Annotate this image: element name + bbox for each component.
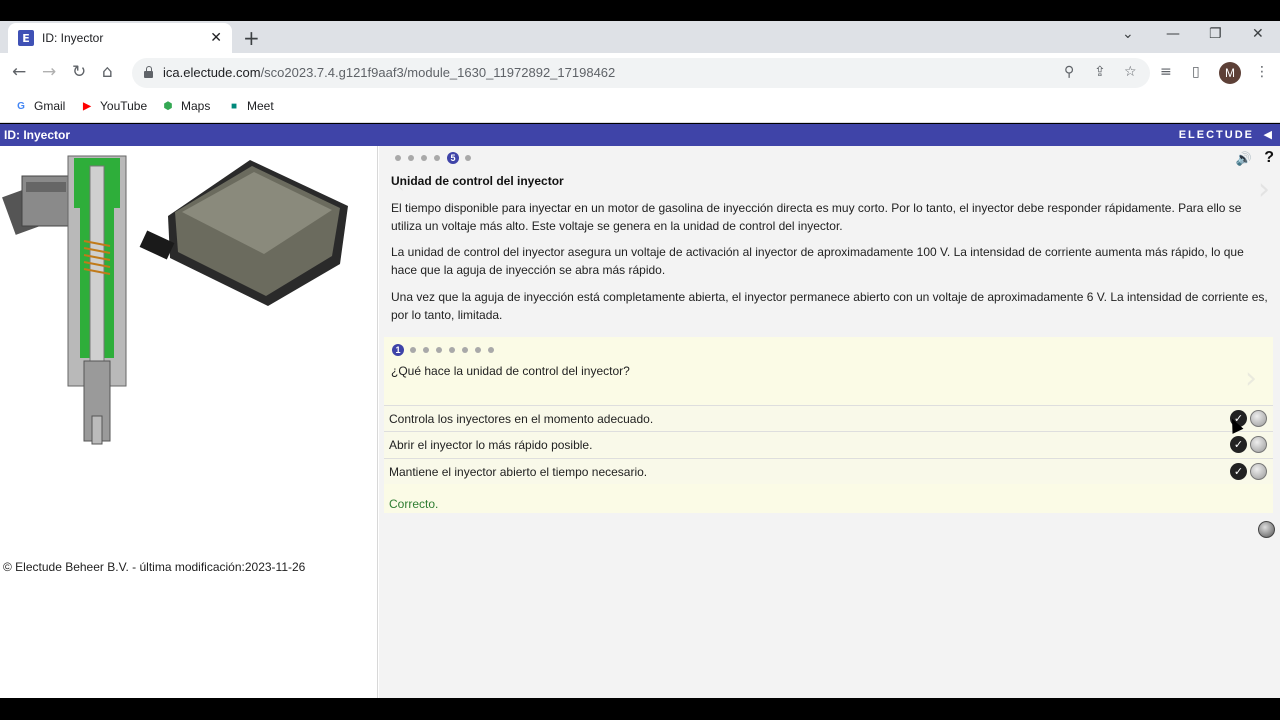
quiz-question: ¿Qué hace la unidad de control del inyec… bbox=[391, 364, 630, 378]
page-dot[interactable] bbox=[421, 155, 427, 161]
media-queue-icon[interactable]: ≡ bbox=[1160, 64, 1172, 80]
bookmark-label: Maps bbox=[181, 99, 211, 113]
page-dot[interactable] bbox=[395, 155, 401, 161]
question-dot[interactable] bbox=[436, 347, 442, 353]
electude-logo: ELECTUDE bbox=[1178, 129, 1254, 141]
checkmark-icon[interactable]: ✓ bbox=[1230, 436, 1247, 453]
radio-button[interactable] bbox=[1250, 463, 1267, 480]
answer-option[interactable]: Abrir el inyector lo más rápido posible.… bbox=[384, 431, 1273, 457]
speaker-audio-icon[interactable]: 🔊 bbox=[1236, 152, 1252, 167]
bookmark-maps[interactable]: ⬢ Maps bbox=[161, 99, 211, 113]
collapse-arrow-icon[interactable]: ◀ bbox=[1264, 128, 1272, 141]
url-path: /sco2023.7.4.g121f9aaf3/module_1630_1197… bbox=[260, 65, 616, 80]
question-dot[interactable] bbox=[475, 347, 481, 353]
back-arrow-icon[interactable]: ← bbox=[12, 62, 26, 82]
address-bar[interactable]: ica.electude.com/sco2023.7.4.g121f9aaf3/… bbox=[132, 58, 1150, 88]
zoom-search-icon[interactable]: ⚲ bbox=[1064, 64, 1074, 80]
app-title: ID: Inyector bbox=[4, 128, 71, 142]
bookmark-label: Gmail bbox=[34, 99, 66, 113]
menu-kebab-icon[interactable]: ⋮ bbox=[1255, 64, 1269, 80]
question-dot[interactable] bbox=[462, 347, 468, 353]
side-panel-icon[interactable]: ▯ bbox=[1192, 64, 1200, 80]
bookmark-meet[interactable]: ■ Meet bbox=[227, 99, 274, 113]
lesson-paragraph: La unidad de control del inyector asegur… bbox=[391, 245, 1244, 277]
lock-icon bbox=[144, 66, 153, 78]
question-dot[interactable] bbox=[423, 347, 429, 353]
current-page-dot[interactable]: 5 bbox=[447, 152, 459, 164]
share-icon[interactable]: ⇪ bbox=[1094, 64, 1106, 80]
home-icon[interactable]: ⌂ bbox=[102, 62, 113, 82]
answer-text: Mantiene el inyector abierto el tiempo n… bbox=[389, 465, 648, 479]
answer-text: Controla los inyectores en el momento ad… bbox=[389, 412, 654, 426]
ecu-module bbox=[139, 160, 348, 306]
app-header: ID: Inyector ELECTUDE ◀ bbox=[0, 124, 1280, 146]
page-content: ID: Inyector ELECTUDE ◀ © Electude Behee… bbox=[0, 124, 1280, 698]
lesson-panel: 5 ‹ 🔊 ? › Unidad de control del inyector… bbox=[379, 146, 1280, 698]
quiz-box: 1 ¿Qué hace la unidad de control del iny… bbox=[384, 337, 1273, 513]
copyright-note: © Electude Beheer B.V. - última modifica… bbox=[3, 560, 306, 574]
bookmark-gmail[interactable]: G Gmail bbox=[14, 99, 65, 113]
current-question-dot[interactable]: 1 bbox=[392, 344, 404, 356]
url-text[interactable]: ica.electude.com/sco2023.7.4.g121f9aaf3/… bbox=[163, 65, 615, 80]
lesson-paragraph: El tiempo disponible para inyectar en un… bbox=[391, 201, 1242, 233]
bookmark-youtube[interactable]: ▶ YouTube bbox=[80, 99, 147, 113]
question-dot[interactable] bbox=[410, 347, 416, 353]
bookmark-star-icon[interactable]: ☆ bbox=[1124, 64, 1137, 80]
question-dot[interactable] bbox=[488, 347, 494, 353]
feedback-message: Correcto. bbox=[389, 497, 439, 511]
answer-option[interactable]: Mantiene el inyector abierto el tiempo n… bbox=[384, 458, 1273, 484]
browser-tab[interactable]: E ID: Inyector ✕ bbox=[8, 23, 232, 53]
restore-window-icon[interactable]: ❐ bbox=[1209, 26, 1222, 42]
question-progress: 1 bbox=[392, 344, 501, 356]
question-dot[interactable] bbox=[449, 347, 455, 353]
bookmark-label: YouTube bbox=[100, 99, 148, 113]
screen: E ID: Inyector ✕ + ⌄ — ❐ ✕ ← → ↻ ⌂ ica.e… bbox=[0, 0, 1280, 720]
page-progress: 5 bbox=[395, 152, 478, 164]
next-question-chevron-icon[interactable]: › bbox=[1245, 361, 1257, 396]
electude-favicon-icon: E bbox=[18, 30, 34, 46]
url-host: ica.electude.com bbox=[163, 65, 261, 80]
page-dot[interactable] bbox=[434, 155, 440, 161]
illustration-panel: © Electude Beheer B.V. - última modifica… bbox=[0, 146, 378, 698]
tab-strip: E ID: Inyector ✕ + ⌄ — ❐ ✕ bbox=[0, 21, 1280, 53]
help-icon[interactable]: ? bbox=[1264, 149, 1274, 167]
profile-avatar[interactable]: M bbox=[1219, 62, 1241, 84]
injector-and-ecu-illustration bbox=[2, 155, 348, 445]
injector-connector bbox=[2, 175, 73, 235]
radio-button[interactable] bbox=[1250, 436, 1267, 453]
browser-toolbar: ← → ↻ ⌂ ica.electude.com/sco2023.7.4.g12… bbox=[0, 53, 1280, 93]
answer-option[interactable]: Controla los inyectores en el momento ad… bbox=[384, 405, 1273, 431]
lesson-paragraph: Una vez que la aguja de inyección está c… bbox=[391, 290, 1268, 322]
page-dot[interactable] bbox=[408, 155, 414, 161]
checkmark-icon[interactable]: ✓ bbox=[1230, 463, 1247, 480]
tab-search-chevron-down-icon[interactable]: ⌄ bbox=[1122, 26, 1134, 42]
reload-icon[interactable]: ↻ bbox=[72, 62, 86, 82]
new-tab-button[interactable]: + bbox=[243, 26, 260, 50]
gmail-icon: G bbox=[17, 100, 25, 112]
bookmark-label: Meet bbox=[247, 99, 274, 113]
answer-text: Abrir el inyector lo más rápido posible. bbox=[389, 438, 593, 452]
radio-button[interactable] bbox=[1250, 410, 1267, 427]
youtube-icon: ▶ bbox=[83, 100, 91, 112]
tab-title: ID: Inyector bbox=[42, 31, 104, 45]
section-title: Unidad de control del inyector bbox=[391, 174, 564, 188]
minimize-window-icon[interactable]: — bbox=[1166, 26, 1180, 42]
maps-icon: ⬢ bbox=[163, 100, 173, 112]
meet-icon: ■ bbox=[230, 100, 238, 112]
bookmarks-bar: G Gmail ▶ YouTube ⬢ Maps ■ Meet bbox=[0, 93, 1280, 123]
injector-body bbox=[67, 155, 127, 445]
page-dot[interactable] bbox=[465, 155, 471, 161]
close-window-icon[interactable]: ✕ bbox=[1252, 26, 1264, 42]
forward-arrow-icon[interactable]: → bbox=[42, 62, 56, 82]
close-tab-icon[interactable]: ✕ bbox=[210, 30, 222, 46]
menu-toggle-icon[interactable] bbox=[1258, 521, 1275, 538]
